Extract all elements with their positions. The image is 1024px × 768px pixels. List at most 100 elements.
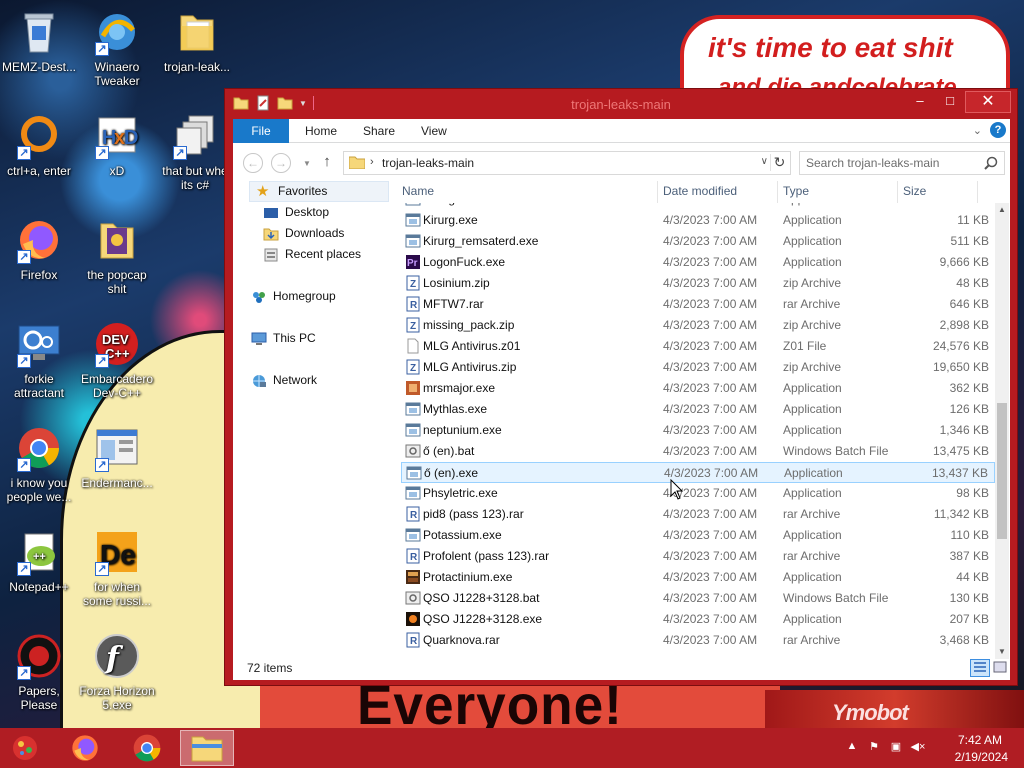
clock-time[interactable]: 7:42 AM [958,733,1002,747]
network-icon[interactable]: ▣ [888,740,904,756]
desktop-icon-notepadpp[interactable]: ++ ↗ Notepad++ [0,528,78,594]
expand-ribbon-icon[interactable]: ⌄ [973,124,982,137]
table-row[interactable]: ő (en).exe 4/3/2023 7:00 AM Application 13,… [401,462,995,483]
tab-home[interactable]: Home [293,119,349,143]
search-icon[interactable] [984,156,998,170]
column-name[interactable]: Name [402,184,434,198]
column-size[interactable]: Size [903,184,926,198]
address-bar[interactable]: › trojan-leaks-main ∨ ↻ [343,151,791,175]
file-name[interactable]: missing_pack.zip [423,318,514,332]
file-name[interactable]: QSO J1228+3128.exe [423,612,542,626]
table-row[interactable]: Zmissing_pack.zip 4/3/2023 7:00 AM zip Arc… [401,315,995,336]
file-name[interactable]: Quarknova.rar [423,633,500,647]
file-name[interactable]: Losinium.zip [423,276,490,290]
table-row[interactable]: R Profolent (pass 123).rar 4/3/2023 7:00 A… [401,546,995,567]
taskbar-chrome[interactable] [120,730,174,766]
vertical-scrollbar[interactable]: ▲ ▼ [995,203,1009,659]
desktop-icon-firefox[interactable]: ↗ Firefox [0,216,78,282]
forward-button[interactable]: → [271,153,291,173]
table-row[interactable]: Phsyletric.exe 4/3/2023 7:00 AM Applicatio… [401,483,995,504]
clock-date[interactable]: 2/19/2024 [955,750,1008,764]
file-name[interactable]: MLG Antivirus.z01 [423,339,520,353]
title-bar[interactable]: ▼ trojan-leaks-main – □ ✕ [225,89,1017,119]
file-name[interactable]: MFTW7.rar [423,297,484,311]
nav-item-network[interactable]: Network [251,370,317,391]
desktop-icon-xd[interactable]: HxD ↗ xD [78,112,156,178]
file-name[interactable]: Profolent (pass 123).rar [423,549,549,563]
column-type[interactable]: Type [783,184,809,198]
table-row[interactable]: QSO J1228+3128.exe 4/3/2023 7:00 AM Applic… [401,609,995,630]
desktop-icon-forza[interactable]: f Forza Horizon 5.exe [78,632,156,712]
table-row[interactable]: QSO J1228+3128.bat 4/3/2023 7:00 AM Window… [401,588,995,609]
refresh-button[interactable]: ↻ [770,154,788,171]
desktop-icon-forkie[interactable]: ↗ forkie attractant [0,320,78,400]
nav-item-desktop[interactable]: Desktop [263,202,329,223]
desktop-icon-devcpp[interactable]: DEV C++ ↗ Embarcadero Dev-C++ [78,320,156,400]
table-row[interactable]: R Quarknova.rar 4/3/2023 7:00 AM rar Archiv… [401,630,995,651]
table-row[interactable]: R MFTW7.rar 4/3/2023 7:00 AM rar Archive 646… [401,294,995,315]
file-name[interactable]: MLG Antivirus.zip [423,360,516,374]
file-name[interactable]: QSO J1228+3128.bat [423,591,539,605]
tab-view[interactable]: View [409,119,459,143]
file-name[interactable]: ő (en).exe [424,466,478,480]
desktop-icon-for-when[interactable]: De ↗ for when some russi... [78,528,156,608]
tab-share[interactable]: Share [351,119,407,143]
column-date-modified[interactable]: Date modified [663,184,737,198]
table-row[interactable]: Potassium.exe 4/3/2023 7:00 AM Application… [401,525,995,546]
desktop-icon-ctrl-a[interactable]: ↗ ctrl+a, enter [0,112,78,178]
details-view-button[interactable] [970,659,990,677]
table-row[interactable]: ő (en).bat 4/3/2023 7:00 AM Windows Batch … [401,441,995,462]
desktop-icon-winaero[interactable]: ↗ Winaero Tweaker [78,8,156,88]
table-row[interactable]: Mythlas.exe 4/3/2023 7:00 AM Application 12… [401,399,995,420]
desktop-icon-chrome[interactable]: ↗ i know you people we... [0,424,78,504]
column-divider[interactable] [977,181,978,203]
up-button[interactable]: ↑ [317,153,337,173]
table-row[interactable]: Kirurg.exe 4/3/2023 7:00 AM Application 11 … [401,210,995,231]
scrollbar-thumb[interactable] [997,403,1007,539]
desktop-icon-endermanch[interactable]: ↗ Endermanc... [78,424,156,490]
taskbar-file-explorer[interactable] [180,730,234,766]
recent-locations-button[interactable]: ▼ [297,155,317,175]
file-name[interactable]: Kirurg_remsaterd.exe [423,234,538,248]
tab-file[interactable]: File [233,119,289,143]
table-row[interactable]: neptunium.exe 4/3/2023 7:00 AM Application… [401,420,995,441]
taskbar-firefox[interactable] [58,730,112,766]
desktop-icon-papers-please[interactable]: ↗ Papers, Please [0,632,78,712]
volume-muted-icon[interactable]: ◀× [910,740,926,756]
desktop-icon-popcap[interactable]: the popcap shit [78,216,156,296]
table-row[interactable]: Z MLG Antivirus.zip 4/3/2023 7:00 AM zip Ar… [401,357,995,378]
show-hidden-icons-icon[interactable]: ▲ [844,740,860,756]
file-name[interactable]: Kirurg.exe [423,213,478,227]
nav-item-favorites[interactable]: ★ Favorites [249,181,389,202]
chevron-down-icon[interactable]: ∨ [761,156,768,167]
file-name[interactable]: mrsmajor.exe [423,381,495,395]
table-row[interactable]: Pr LogonFuck.exe 4/3/2023 7:00 AM Applicati… [401,252,995,273]
start-button[interactable] [8,732,42,764]
search-input[interactable] [800,152,980,174]
file-name[interactable]: Mythlas.exe [423,402,487,416]
close-button[interactable]: ✕ [965,91,1011,113]
nav-item-downloads[interactable]: Downloads [263,223,344,244]
file-name[interactable]: Potassium.exe [423,528,502,542]
column-divider[interactable] [897,181,898,203]
table-row[interactable]: Rpid8 (pass 123).rar 4/3/2023 7:00 AM rar … [401,504,995,525]
action-center-flag-icon[interactable]: ⚑ [866,740,882,756]
file-name[interactable]: Protactinium.exe [423,570,512,584]
nav-item-homegroup[interactable]: Homegroup [251,286,336,307]
nav-item-this-pc[interactable]: This PC [251,328,316,349]
maximize-button[interactable]: □ [935,91,965,113]
file-name[interactable]: neptunium.exe [423,423,502,437]
table-row[interactable]: Protactinium.exe 4/3/2023 7:00 AM Applicat… [401,567,995,588]
table-row[interactable]: MLG Antivirus.z01 4/3/2023 7:00 AM Z01 Fil… [401,336,995,357]
column-divider[interactable] [657,181,658,203]
desktop-icon-trojan-leaks[interactable]: trojan-leak... [158,8,236,74]
back-button[interactable]: ← [243,153,263,173]
scroll-up-arrow-icon[interactable]: ▲ [995,203,1009,217]
help-icon[interactable]: ? [990,122,1006,138]
table-row[interactable]: Kirurg_remsaterd.exe 4/3/2023 7:00 AM Appl… [401,231,995,252]
minimize-button[interactable]: – [905,91,935,113]
breadcrumb-chevron-icon[interactable]: › [370,156,374,168]
table-row[interactable]: mrsmajor.exe 4/3/2023 7:00 AM Application 3… [401,378,995,399]
large-icons-view-button[interactable] [992,659,1008,677]
breadcrumb[interactable]: trojan-leaks-main [382,156,474,170]
